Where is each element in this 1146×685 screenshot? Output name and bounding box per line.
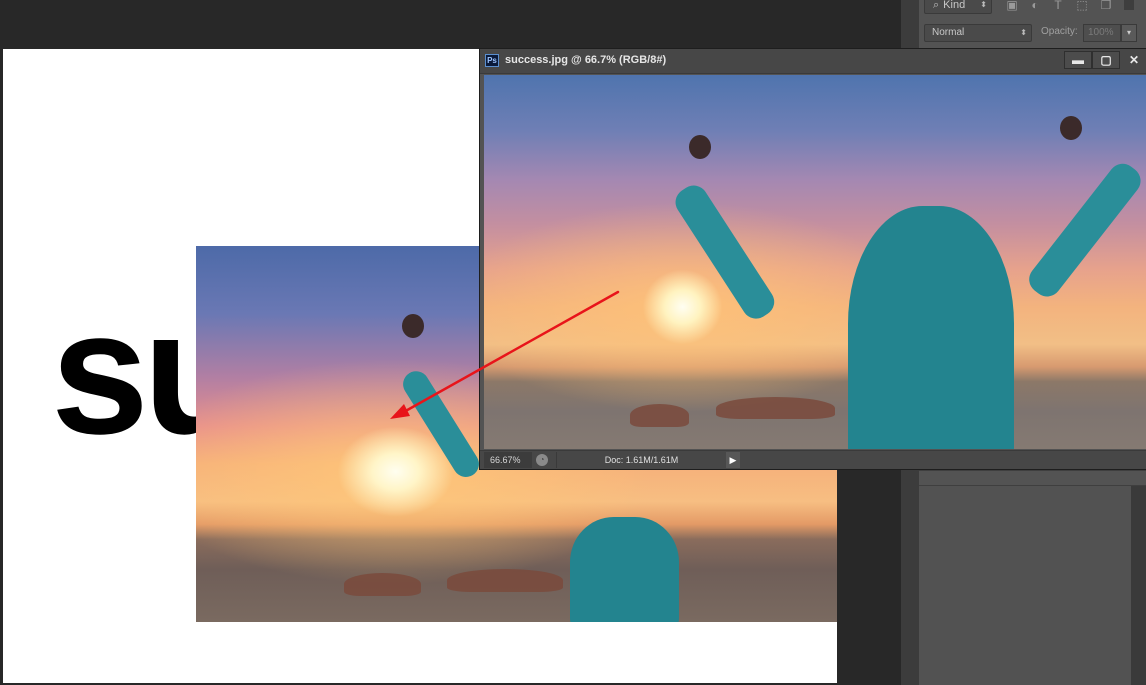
photo-person bbox=[569, 516, 679, 622]
shape-filter-icon[interactable]: ⬚ bbox=[1075, 0, 1089, 12]
photo-arm bbox=[1023, 157, 1146, 303]
window-titlebar[interactable]: Ps success.jpg @ 66.7% (RGB/8#) ▬ ▢ ✕ bbox=[480, 49, 1146, 74]
opacity-input[interactable]: 100% bbox=[1083, 24, 1121, 42]
share-icon[interactable]: ◔ bbox=[536, 454, 548, 466]
adjustment-filter-icon[interactable]: ◐ bbox=[1028, 0, 1042, 12]
sunset-photo bbox=[484, 75, 1146, 449]
doc-size-info: Doc: 1.61M/1.61M bbox=[556, 452, 726, 468]
smart-object-filter-icon[interactable]: ❐ bbox=[1099, 0, 1113, 12]
status-menu-arrow-icon[interactable]: ▶ bbox=[726, 452, 740, 468]
kind-filter-select[interactable]: ⌕ Kind ⬍ bbox=[924, 0, 992, 14]
window-statusbar: 66.67% ◔ Doc: 1.61M/1.61M ▶ bbox=[480, 450, 1146, 469]
zoom-level-field[interactable]: 66.67% bbox=[484, 452, 532, 468]
select-arrows-icon: ⬍ bbox=[1020, 28, 1027, 37]
filter-toggle-switch[interactable] bbox=[1124, 0, 1134, 10]
window-title: success.jpg @ 66.7% (RGB/8#) bbox=[505, 54, 667, 66]
document-canvas[interactable] bbox=[484, 75, 1146, 449]
blend-row: Normal ⬍ Opacity: 100% ▾ bbox=[919, 18, 1146, 49]
close-button[interactable]: ✕ bbox=[1120, 51, 1146, 69]
minimize-button[interactable]: ▬ bbox=[1064, 51, 1092, 69]
photo-island bbox=[344, 573, 422, 596]
photo-person bbox=[848, 205, 1014, 449]
panel-header-bar bbox=[919, 470, 1146, 486]
maximize-button[interactable]: ▢ bbox=[1092, 51, 1120, 69]
panel-scrollbar[interactable] bbox=[1131, 486, 1146, 685]
blend-mode-select[interactable]: Normal ⬍ bbox=[924, 24, 1032, 42]
photo-fist bbox=[689, 134, 712, 159]
photo-fist bbox=[1059, 116, 1082, 141]
photo-island bbox=[715, 396, 835, 420]
image-filter-icon[interactable]: ▣ bbox=[1005, 0, 1019, 12]
photo-arm bbox=[398, 366, 484, 483]
chevron-down-icon[interactable]: ▾ bbox=[1121, 24, 1137, 42]
panel-body bbox=[919, 486, 1131, 685]
photoshop-icon: Ps bbox=[485, 54, 499, 67]
photo-arm bbox=[669, 179, 780, 324]
kind-filter-label: Kind bbox=[943, 0, 966, 11]
photo-fist bbox=[402, 313, 425, 338]
select-arrows-icon: ⬍ bbox=[980, 0, 987, 9]
document-window: Ps success.jpg @ 66.7% (RGB/8#) ▬ ▢ ✕ 66… bbox=[479, 48, 1146, 470]
photo-island bbox=[447, 569, 564, 592]
search-icon: ⌕ bbox=[933, 0, 940, 11]
type-filter-icon[interactable]: T bbox=[1051, 0, 1065, 12]
layers-filter-bar: ⌕ Kind ⬍ ▣ ◐ T ⬚ ❐ bbox=[919, 0, 1146, 19]
blend-mode-value: Normal bbox=[932, 27, 965, 38]
photo-island bbox=[629, 404, 690, 427]
opacity-label: Opacity: bbox=[1041, 26, 1078, 37]
